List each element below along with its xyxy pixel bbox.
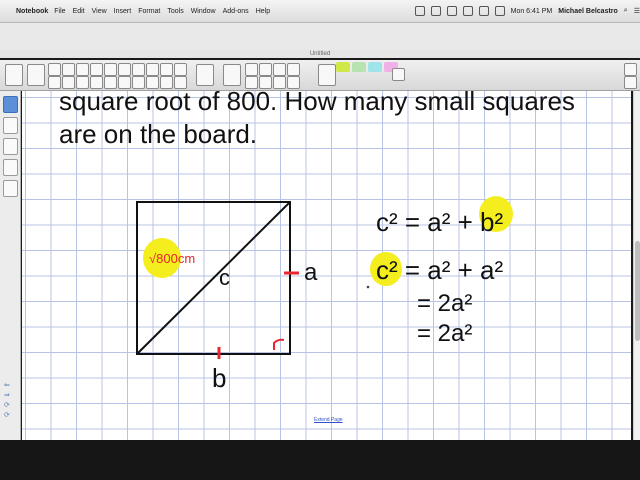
delete-icon[interactable] — [76, 63, 89, 76]
add-page-icon[interactable] — [160, 63, 173, 76]
settings-icon[interactable] — [160, 76, 173, 89]
tray-icon-2[interactable] — [430, 6, 441, 16]
fullscreen-icon[interactable] — [174, 63, 187, 76]
properties-icon[interactable] — [624, 63, 637, 76]
addons-tab-icon[interactable] — [3, 180, 18, 197]
ink-dot — [366, 285, 370, 289]
close-icon[interactable] — [174, 76, 187, 89]
equation-line-3: = 2a² — [417, 290, 472, 317]
menu-format[interactable]: Format — [138, 8, 160, 15]
window-title: Untitled — [0, 50, 640, 58]
copy-icon[interactable] — [104, 76, 117, 89]
diagonal — [136, 201, 291, 355]
screen-shade-icon[interactable] — [90, 63, 103, 76]
paste-icon[interactable] — [76, 76, 89, 89]
select-icon[interactable] — [245, 63, 258, 76]
right-angle-mark — [273, 338, 285, 350]
tray-icon-3[interactable] — [446, 6, 457, 16]
page-sorter-icon[interactable] — [3, 96, 18, 113]
menu-tools[interactable]: Tools — [167, 8, 183, 15]
record-icon[interactable] — [146, 76, 159, 89]
attachments-icon[interactable] — [3, 138, 18, 155]
cut-icon[interactable] — [90, 76, 103, 89]
pen-green-icon[interactable] — [352, 62, 366, 72]
volume-icon[interactable] — [478, 6, 489, 16]
bottom-dark-area — [0, 440, 640, 480]
hypotenuse-label: √800cm — [149, 251, 195, 266]
color-palette-icon[interactable] — [392, 68, 405, 81]
eraser-icon[interactable] — [287, 63, 300, 76]
spotlight-icon[interactable]: ⌕ — [624, 7, 628, 15]
menu-addons[interactable]: Add-ons — [223, 8, 249, 15]
pen-tool-icon[interactable] — [318, 64, 336, 86]
redo-icon[interactable] — [62, 63, 75, 76]
screen-capture-icon[interactable] — [104, 63, 117, 76]
side-a-label: a — [304, 259, 318, 286]
menubar: Notebook File Edit View Insert Format To… — [0, 0, 640, 23]
menu-insert[interactable]: Insert — [114, 8, 132, 15]
zoom-icon[interactable] — [118, 76, 131, 89]
dual-page-icon[interactable] — [132, 76, 145, 89]
pen-yellow-icon[interactable] — [336, 62, 350, 72]
menu-help[interactable]: Help — [256, 8, 270, 15]
clock[interactable]: Mon 6:41 PM — [511, 8, 553, 15]
back-icon[interactable] — [5, 64, 23, 86]
shape-icon[interactable] — [245, 76, 258, 89]
creative-pen-icon[interactable] — [273, 63, 286, 76]
equation-line-2: c² = a² + a² — [376, 255, 503, 285]
move-icon[interactable] — [223, 64, 241, 86]
app-menu-notebook[interactable]: Notebook — [16, 8, 48, 15]
extend-page-link[interactable]: Extend Page — [314, 417, 343, 423]
line-icon[interactable] — [259, 76, 272, 89]
window-chrome — [0, 23, 640, 50]
menu-window[interactable]: Window — [191, 8, 216, 15]
battery-icon[interactable] — [494, 6, 505, 16]
home-icon[interactable] — [196, 64, 214, 86]
fill-icon[interactable] — [287, 76, 300, 89]
notebook-page[interactable]: square root of 800. How many small squar… — [22, 91, 631, 440]
notification-icon[interactable]: ☰ — [634, 7, 640, 15]
side-b-label: b — [212, 363, 226, 393]
forward-icon[interactable] — [27, 64, 45, 86]
sidebar-arrows[interactable]: ⇐ ⇒ ⟳ ⟳ — [4, 381, 10, 421]
document-camera-icon[interactable] — [146, 63, 159, 76]
vertical-scrollbar[interactable] — [633, 91, 640, 440]
expand-icon[interactable] — [624, 76, 637, 89]
menu-edit[interactable]: Edit — [73, 8, 85, 15]
menu-view[interactable]: View — [92, 8, 107, 15]
toolbar — [0, 60, 640, 91]
insert-icon[interactable] — [132, 63, 145, 76]
pen-cyan-icon[interactable] — [368, 62, 382, 72]
gallery-icon[interactable] — [3, 117, 18, 134]
open-icon[interactable] — [48, 76, 61, 89]
text-icon[interactable] — [273, 76, 286, 89]
save-icon[interactable] — [62, 76, 75, 89]
diagram-svg: √800cm c a b c² = a² + b² c² = a² + a² =… — [136, 196, 513, 393]
properties-tab-icon[interactable] — [3, 159, 18, 176]
user-name[interactable]: Michael Belcastro — [558, 8, 618, 15]
scrollbar-thumb[interactable] — [635, 241, 640, 341]
equation-line-1: c² = a² + b² — [376, 207, 503, 237]
tray-icon-1[interactable] — [414, 6, 425, 16]
side-tab-bar: ⇐ ⇒ ⟳ ⟳ — [0, 91, 21, 440]
menu-file[interactable]: File — [54, 8, 65, 15]
diagonal-label: c — [219, 265, 230, 290]
undo-icon[interactable] — [48, 63, 61, 76]
table-icon[interactable] — [118, 63, 131, 76]
status-tray: Mon 6:41 PM Michael Belcastro ⌕ ☰ — [409, 6, 640, 16]
wifi-icon[interactable] — [462, 6, 473, 16]
pen-icon[interactable] — [259, 63, 272, 76]
equation-line-4: = 2a² — [417, 320, 472, 347]
